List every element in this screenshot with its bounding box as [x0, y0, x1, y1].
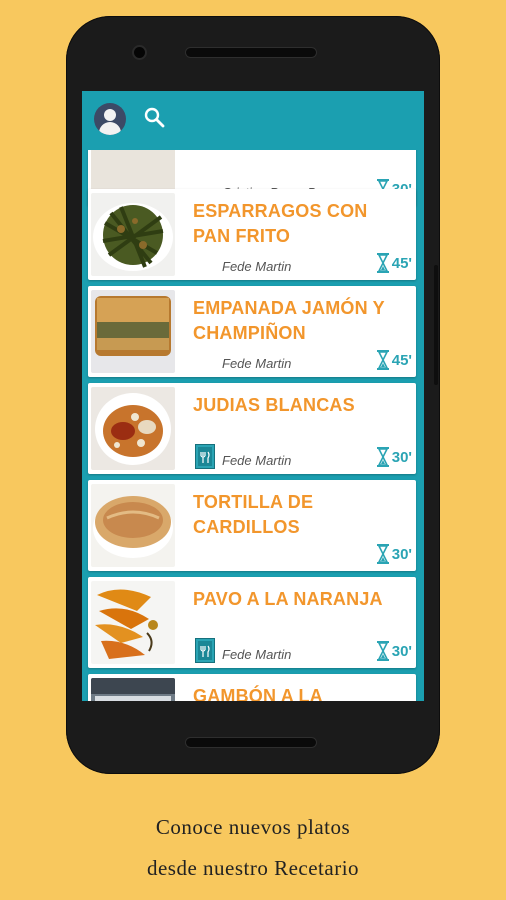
- recipe-time-value: 30': [391, 448, 412, 466]
- recipe-time-value: 45': [391, 351, 412, 369]
- recipe-author: Fede Martin: [222, 259, 292, 274]
- recipe-author: Fede Martin: [222, 647, 292, 662]
- recipe-title: ESPARRAGOS CON PAN FRITO: [193, 201, 368, 246]
- avatar-body: [99, 122, 121, 135]
- recipe-card[interactable]: TORTILLA DE CARDILLOS 30': [88, 480, 416, 571]
- recipe-photo: [91, 387, 175, 470]
- app-screen: Cristina Perez Bayo30'ESPARRAGOS CON PAN…: [82, 91, 424, 701]
- recipe-photo: [91, 290, 175, 373]
- recipe-card[interactable]: ESPARRAGOS CON PAN FRITO Fede Martin 45': [88, 189, 416, 280]
- recipe-time-value: 45': [391, 254, 412, 272]
- recipe-photo: [91, 193, 175, 276]
- search-icon[interactable]: [142, 105, 168, 131]
- app-bar: [82, 91, 424, 150]
- recipe-title: EMPANADA JAMÓN Y CHAMPIÑON: [193, 298, 385, 343]
- user-avatar-icon[interactable]: [94, 103, 126, 135]
- recipe-card[interactable]: PAVO A LA NARANJA Fede Martin 30': [88, 577, 416, 668]
- recipe-author: Fede Martin: [222, 453, 292, 468]
- recipe-title: PAVO A LA NARANJA: [193, 589, 383, 609]
- recipe-time: 30': [376, 447, 412, 467]
- recipe-card[interactable]: EMPANADA JAMÓN Y CHAMPIÑON Fede Martin 45': [88, 286, 416, 377]
- recipe-time: 45': [376, 253, 412, 273]
- hourglass-icon: [376, 447, 389, 467]
- caption-line-2: desde nuestro Recetario: [146, 856, 360, 880]
- hourglass-icon: [376, 641, 389, 661]
- recipe-title: GAMBÓN A LA PLANCHA: [193, 686, 323, 701]
- recipe-photo: [91, 484, 175, 567]
- recipe-book-icon: [195, 638, 215, 663]
- hourglass-icon: [376, 544, 389, 564]
- hourglass-icon: [376, 350, 389, 370]
- recipe-card[interactable]: GAMBÓN A LA PLANCHA: [88, 674, 416, 701]
- avatar-head: [104, 109, 116, 121]
- recipe-time: 30': [376, 641, 412, 661]
- recipe-time-value: 30': [391, 642, 412, 660]
- recipe-title: TORTILLA DE CARDILLOS: [193, 492, 314, 537]
- recipe-book-icon: [195, 444, 215, 469]
- phone-side-button: [434, 265, 438, 385]
- hourglass-icon: [376, 253, 389, 273]
- recipe-time: 45': [376, 350, 412, 370]
- recipe-author: Fede Martin: [222, 356, 292, 371]
- recipe-card[interactable]: JUDIAS BLANCAS Fede Martin 30': [88, 383, 416, 474]
- caption-line-1: Conoce nuevos platos: [155, 815, 351, 839]
- earpiece-speaker: [186, 48, 316, 57]
- recipe-list[interactable]: Cristina Perez Bayo30'ESPARRAGOS CON PAN…: [82, 150, 424, 701]
- bottom-speaker: [186, 738, 316, 747]
- recipe-title: JUDIAS BLANCAS: [193, 395, 355, 415]
- front-camera: [134, 47, 145, 58]
- recipe-time: 30': [376, 544, 412, 564]
- recipe-photo: [91, 581, 175, 664]
- recipe-time-value: 30': [391, 545, 412, 563]
- recipe-photo: [91, 678, 175, 701]
